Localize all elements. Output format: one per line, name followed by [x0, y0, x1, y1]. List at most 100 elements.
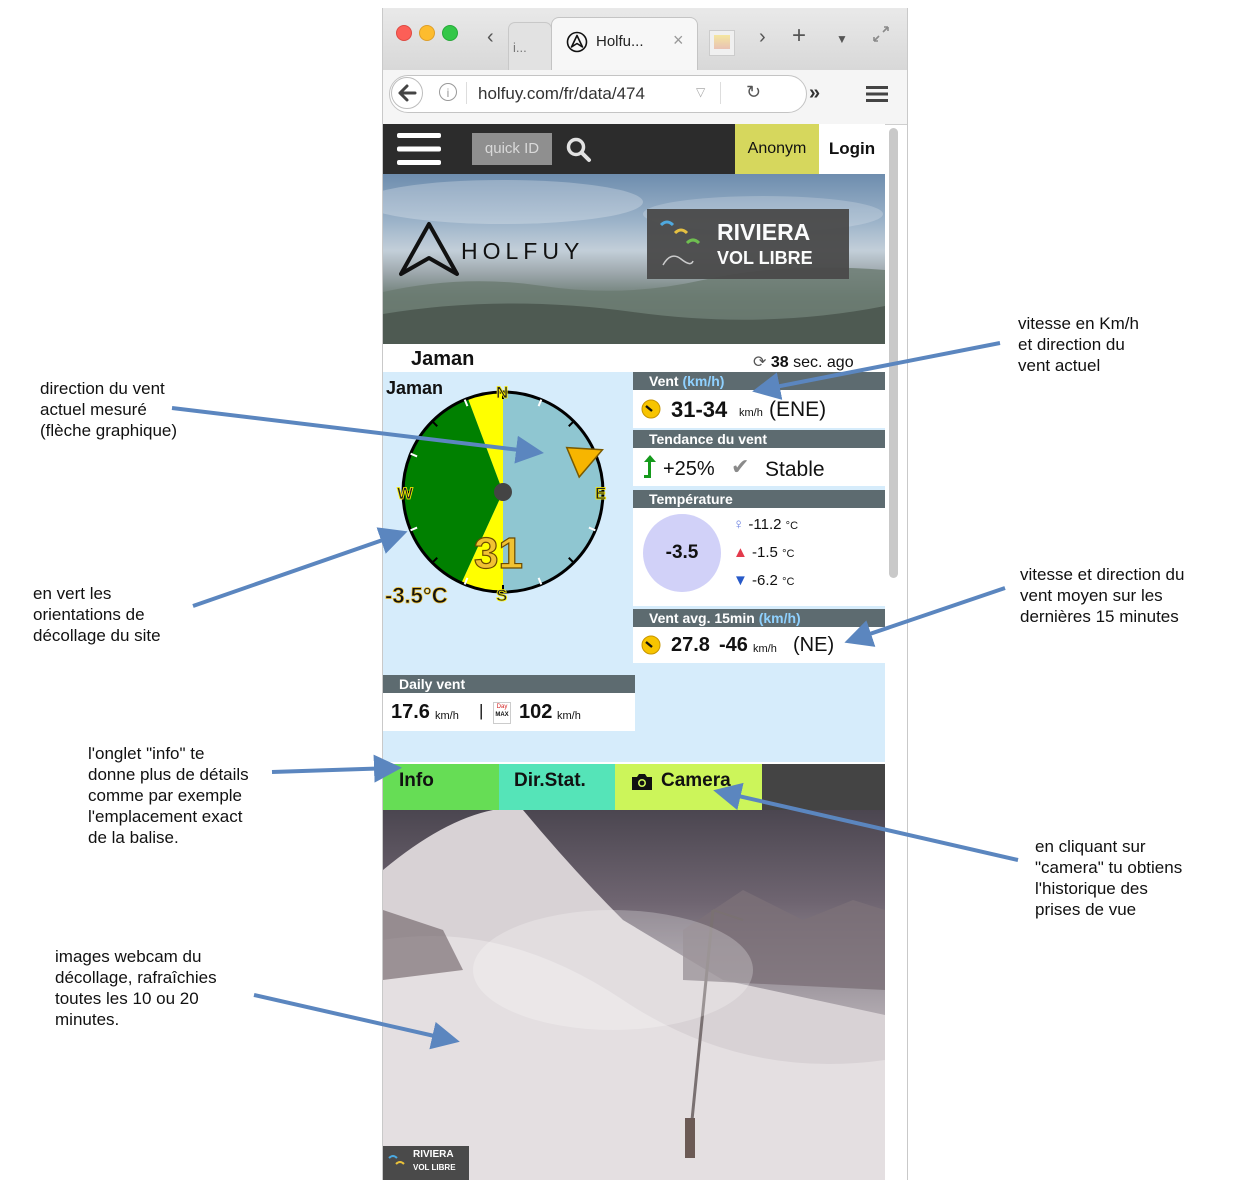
wind-unit: km/h — [739, 407, 763, 419]
tab-list-dropdown-icon[interactable]: ▼ — [836, 32, 848, 46]
wind-avg-direction: (NE) — [793, 634, 835, 656]
anonym-user-badge[interactable]: Anonym — [735, 124, 819, 174]
camera-icon — [632, 774, 652, 790]
trend-status: Stable — [765, 458, 825, 481]
webcam-scene — [383, 810, 885, 1180]
browser-window: ‹ i... Holfu... × › + ▼ i holfuy.com/fr/… — [382, 8, 908, 1180]
daily-wind-box: 17.6 km/h | Day MAX 102 km/h — [383, 693, 635, 731]
wind-avg-max: -46 — [719, 634, 748, 656]
daily-wind-avg: 17.6 — [391, 701, 430, 723]
tabs-scroll-left-icon[interactable]: ‹ — [487, 26, 494, 49]
trend-header: Tendance du vent — [633, 430, 885, 448]
new-tab-plus-icon[interactable]: + — [792, 22, 806, 50]
daily-wind-max-unit: km/h — [557, 710, 581, 722]
temperature-max: -1.5 — [752, 544, 778, 561]
station-dashboard: Jaman N E S W 31 -3.5°C Vent (km/h) 31-3… — [383, 372, 885, 762]
site-banner: HOLFUY RIVIERA VOL LIBRE — [383, 174, 885, 344]
tab-close-icon[interactable]: × — [673, 30, 684, 51]
page-scrollbar[interactable] — [889, 128, 898, 578]
webcam-image[interactable]: RIVIERA VOL LIBRE — [383, 810, 885, 1180]
paraglider-logo-icon — [659, 220, 701, 266]
compass-temperature: -3.5°C — [385, 583, 448, 608]
last-update-suffix: sec. ago — [793, 354, 854, 371]
station-name: Jaman — [411, 348, 475, 370]
compass-east-label: E — [595, 484, 606, 503]
day-max-icon: Day MAX — [493, 702, 511, 724]
annotation-average: vitesse et direction du vent moyen sur l… — [1020, 565, 1185, 626]
url-text[interactable]: holfuy.com/fr/data/474 — [478, 84, 645, 104]
annotation-camera: en cliquant sur "camera" tu obtiens l'hi… — [1035, 837, 1183, 919]
wind-avg-header-label: Vent avg. 15min — [649, 610, 755, 626]
compass-south-label: S — [496, 586, 507, 605]
wind-gauge-icon — [641, 399, 661, 419]
next-tab-thumbnail-icon[interactable] — [709, 30, 735, 56]
close-window-button[interactable] — [396, 25, 412, 41]
daily-wind-separator: | — [479, 701, 484, 720]
last-update-value: 38 — [770, 354, 789, 371]
wind-avg-unit: km/h — [753, 643, 777, 655]
webcam-logo-line1: RIVIERA — [413, 1149, 454, 1160]
holfuy-page: quick ID Anonym Login HOLFUY RIVIERA VOL… — [383, 124, 885, 1180]
arrow-green-sectors — [192, 527, 408, 608]
tab-camera[interactable]: Camera — [615, 764, 762, 810]
webcam-logo-line2: VOL LIBRE — [413, 1163, 456, 1172]
wind-compass: Jaman N E S W 31 -3.5°C — [385, 378, 607, 608]
hamburger-menu-icon[interactable] — [865, 85, 889, 103]
trend-change: +25% — [663, 458, 715, 480]
temperature-min-row: ▼ -6.2 °C — [733, 572, 794, 589]
wind-speed-range: 31-34 — [671, 397, 728, 422]
annotation-webcam: images webcam du décollage, rafraîchies … — [55, 947, 217, 1029]
tab-dir-stat[interactable]: Dir.Stat. — [499, 764, 615, 810]
quick-id-input[interactable]: quick ID — [472, 133, 552, 165]
check-icon: ✔ — [731, 454, 750, 479]
compass-center — [494, 483, 512, 501]
sponsor-line2: VOL LIBRE — [717, 248, 813, 268]
riviera-vol-libre-logo: RIVIERA VOL LIBRE — [647, 209, 849, 279]
back-button[interactable] — [391, 77, 423, 109]
tab-active-label: Holfu... — [596, 33, 644, 50]
site-info-icon[interactable]: i — [439, 83, 457, 101]
overflow-chevrons-icon[interactable]: » — [809, 82, 820, 105]
refresh-icon[interactable]: ⟳ — [753, 354, 766, 371]
tab-previous[interactable]: i... — [508, 22, 552, 71]
search-icon[interactable] — [566, 137, 592, 163]
arrow-info-tab — [271, 754, 402, 783]
temperature-max-unit: °C — [782, 548, 795, 560]
fullscreen-icon[interactable] — [871, 24, 891, 44]
wind-header-unit: (km/h) — [682, 373, 725, 389]
minimize-window-button[interactable] — [419, 25, 435, 41]
wind-avg-gauge-icon — [641, 635, 661, 655]
trend-up-arrow-icon — [644, 455, 656, 478]
person-icon: ♀ — [733, 516, 745, 533]
min-down-triangle-icon: ▼ — [733, 572, 748, 589]
tab-active[interactable]: Holfu... × — [551, 17, 698, 71]
temperature-feels: -11.2 — [748, 516, 782, 533]
back-arrow-icon — [398, 84, 417, 102]
wind-header: Vent (km/h) — [633, 372, 885, 390]
last-update: ⟳ 38 sec. ago — [753, 352, 854, 372]
temperature-box: -3.5 ♀ -11.2 °C ▲ -1.5 °C ▼ -6.2 °C — [633, 508, 885, 606]
tab-bar: ‹ i... Holfu... × › + ▼ — [383, 8, 907, 71]
wind-avg-header-unit: (km/h) — [758, 610, 801, 626]
url-field[interactable]: i holfuy.com/fr/data/474 ▽ ↻ — [389, 75, 807, 113]
tabs-scroll-right-icon[interactable]: › — [759, 26, 766, 49]
tab-camera-label: Camera — [661, 770, 731, 791]
holfuy-logo-icon — [399, 222, 459, 276]
tab-info[interactable]: Info — [383, 764, 499, 810]
annotation-green-sectors: en vert les orientations de décollage du… — [33, 584, 161, 645]
wind-direction: (ENE) — [769, 398, 827, 421]
daily-wind-avg-unit: km/h — [435, 710, 459, 722]
temperature-current: -3.5 — [643, 514, 721, 592]
login-button[interactable]: Login — [819, 124, 885, 174]
wind-current-box: 31-34 km/h (ENE) — [633, 390, 885, 428]
trend-box: +25% ✔ Stable — [633, 448, 885, 486]
zoom-window-button[interactable] — [442, 25, 458, 41]
compass-station-label: Jaman — [386, 378, 443, 398]
wind-avg-value: 27.8 — [671, 634, 710, 656]
url-history-dropdown-icon[interactable]: ▽ — [696, 85, 705, 99]
daily-wind-max: 102 — [519, 701, 553, 723]
compass-west-label: W — [397, 484, 414, 503]
reload-icon[interactable]: ↻ — [746, 82, 761, 103]
holfuy-favicon-icon — [566, 31, 588, 53]
site-menu-icon[interactable] — [397, 132, 441, 166]
